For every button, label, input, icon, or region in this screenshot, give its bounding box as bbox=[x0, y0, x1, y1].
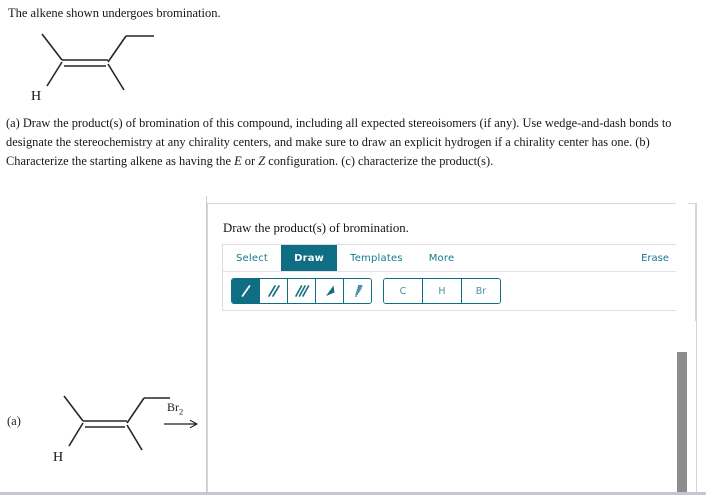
page-bottom-fill bbox=[0, 495, 706, 502]
single-bond-tool[interactable] bbox=[232, 279, 260, 303]
config-letter-e: E bbox=[234, 154, 242, 168]
erase-button[interactable]: Erase bbox=[627, 245, 683, 271]
scrollbar-right-border bbox=[696, 203, 697, 492]
wedge-bond-tool[interactable] bbox=[316, 279, 344, 303]
question-part-b-or: or bbox=[241, 154, 259, 168]
r-bond-to-hydrogen bbox=[68, 422, 84, 447]
alkene-skeletal-svg: H bbox=[31, 33, 154, 104]
reaction-arrow-icon bbox=[164, 419, 199, 429]
tab-more[interactable]: More bbox=[416, 245, 468, 271]
bromine-atom-tool[interactable]: Br bbox=[462, 279, 500, 303]
molecule-editor-card: Draw the product(s) of bromination. Sele… bbox=[207, 203, 696, 492]
reagent-subscript: 2 bbox=[179, 407, 184, 417]
tab-row-spacer bbox=[467, 245, 627, 271]
hashed-wedge-icon bbox=[354, 285, 362, 297]
reaction-arrow bbox=[163, 418, 203, 430]
bond-tool-group bbox=[231, 278, 372, 304]
reactant-structure-diagram: H bbox=[50, 383, 175, 468]
r-bond-right-methyl bbox=[126, 424, 143, 451]
r-bond-left-methyl bbox=[63, 395, 84, 422]
reactant-hydrogen-label: H bbox=[53, 450, 63, 465]
tab-draw[interactable]: Draw bbox=[281, 245, 338, 271]
tab-select[interactable]: Select bbox=[223, 245, 281, 271]
toolbar-tab-row: Select Draw Templates More Erase bbox=[223, 245, 683, 272]
scrollbar-thumb[interactable] bbox=[677, 352, 687, 492]
triple-bond-tool[interactable] bbox=[288, 279, 316, 303]
r-bond-right-up bbox=[126, 397, 145, 424]
tab-templates[interactable]: Templates bbox=[337, 245, 416, 271]
hydrogen-label: H bbox=[31, 89, 41, 104]
question-body: (a) Draw the product(s) of bromination o… bbox=[6, 114, 700, 171]
solid-wedge-icon bbox=[325, 285, 334, 296]
question-part-c: (c) characterize the product(s). bbox=[341, 154, 494, 168]
double-line-icon bbox=[267, 285, 280, 297]
editor-toolbar: Select Draw Templates More Erase C H Br bbox=[222, 244, 684, 311]
dash-bond-tool[interactable] bbox=[344, 279, 371, 303]
triple-line-icon bbox=[294, 285, 309, 297]
reactant-skeletal-svg: H bbox=[53, 395, 170, 465]
editor-prompt-title: Draw the product(s) of bromination. bbox=[223, 221, 409, 235]
drawing-canvas[interactable] bbox=[209, 321, 696, 492]
carbon-atom-tool[interactable]: C bbox=[384, 279, 423, 303]
toolbar-tool-row: C H Br bbox=[223, 272, 683, 310]
hydrogen-atom-tool[interactable]: H bbox=[423, 279, 462, 303]
intro-text: The alkene shown undergoes bromination. bbox=[8, 6, 221, 20]
single-line-icon bbox=[241, 285, 250, 297]
double-bond-tool[interactable] bbox=[260, 279, 288, 303]
atom-tool-group: C H Br bbox=[383, 278, 501, 304]
bond-to-hydrogen bbox=[46, 61, 63, 87]
question-part-b-post: configuration. bbox=[265, 154, 339, 168]
alkene-structure-diagram: H bbox=[22, 26, 172, 106]
bond-right-up bbox=[107, 35, 127, 63]
bond-left-methyl bbox=[41, 33, 63, 61]
bond-right-methyl bbox=[107, 63, 125, 91]
reagent-symbol: Br bbox=[167, 400, 179, 414]
reagent-label: Br2 bbox=[167, 400, 183, 416]
row-label-a: (a) bbox=[7, 414, 21, 428]
question-part-a: (a) Draw the product(s) of bromination o… bbox=[6, 116, 672, 149]
